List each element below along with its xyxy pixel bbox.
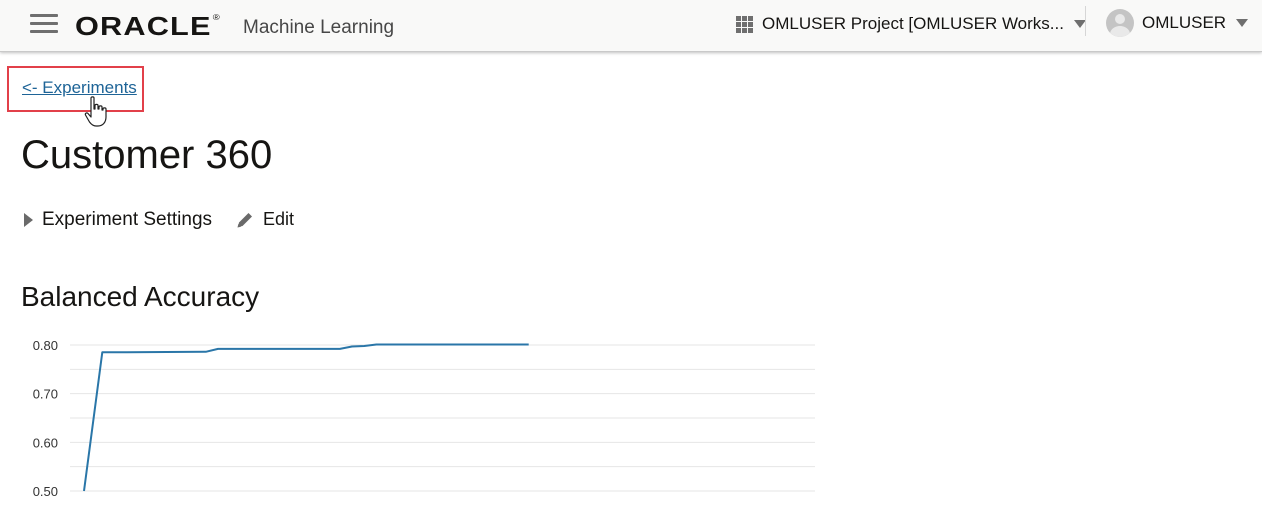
project-selector[interactable]: OMLUSER Project [OMLUSER Works...: [736, 12, 1086, 36]
settings-label: Experiment Settings: [42, 209, 213, 230]
edit-label: Edit: [263, 209, 295, 229]
experiment-settings-toggle[interactable]: Experiment Settings: [24, 209, 212, 231]
balanced-accuracy-chart: 0.80 0.70 0.60 0.50: [33, 338, 815, 499]
y-tick-label: 0.50: [33, 484, 58, 499]
y-tick-label: 0.60: [33, 435, 58, 450]
app-name: Machine Learning: [243, 17, 395, 38]
top-header: ORACLE® Machine Learning OMLUSER Project…: [0, 0, 1262, 52]
project-label: OMLUSER Project [OMLUSER Works...: [762, 14, 1064, 33]
oracle-logo: ORACLE®: [75, 11, 221, 41]
page-title: Customer 360: [21, 133, 273, 177]
y-tick-label: 0.80: [33, 338, 58, 353]
edit-button[interactable]: Edit: [235, 209, 294, 230]
chart-title: Balanced Accuracy: [21, 281, 260, 312]
caret-down-icon: [1236, 19, 1249, 27]
header-divider: [1085, 6, 1086, 36]
hamburger-menu-icon[interactable]: [28, 12, 60, 34]
user-menu[interactable]: OMLUSER: [1106, 8, 1249, 38]
user-name: OMLUSER: [1142, 13, 1227, 32]
back-to-experiments-link[interactable]: <- Experiments: [22, 78, 137, 98]
y-tick-label: 0.70: [33, 387, 58, 402]
grid-icon: [736, 15, 753, 33]
triangle-right-icon: [24, 213, 33, 227]
user-avatar-icon: [1106, 9, 1134, 37]
pencil-icon: [237, 212, 252, 227]
